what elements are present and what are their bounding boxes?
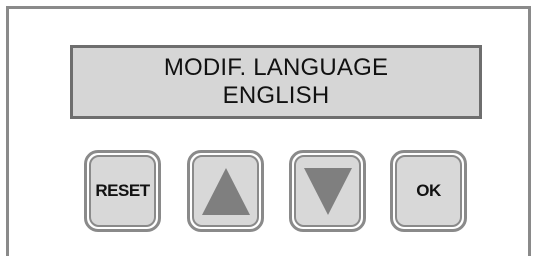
ok-button-face: OK — [395, 155, 462, 227]
reset-button-face: RESET — [89, 155, 156, 227]
reset-button[interactable]: RESET — [84, 150, 161, 232]
lcd-line-1: MODIF. LANGUAGE — [163, 54, 389, 81]
lcd-display: MODIF. LANGUAGE ENGLISH — [70, 45, 482, 119]
down-button-face — [294, 155, 361, 227]
up-button-face — [192, 155, 259, 227]
reset-button-label: RESET — [95, 181, 150, 200]
down-button[interactable] — [289, 150, 366, 232]
down-triangle-icon — [303, 168, 352, 215]
up-button[interactable] — [187, 150, 264, 232]
ok-button-label: OK — [416, 181, 441, 200]
up-triangle-icon — [201, 168, 250, 215]
control-panel: MODIF. LANGUAGE ENGLISH RESET OK — [6, 6, 531, 256]
lcd-line-2: ENGLISH — [222, 82, 330, 109]
ok-button[interactable]: OK — [390, 150, 467, 232]
